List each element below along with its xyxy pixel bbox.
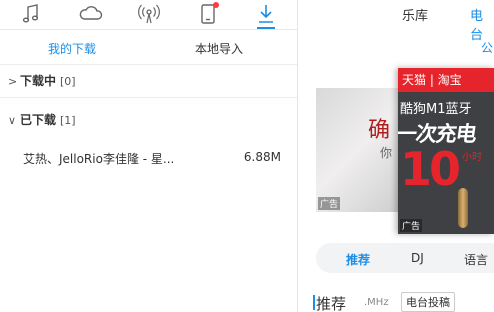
tab-my-downloads[interactable]: 我的下载 [48, 40, 96, 57]
section-unit: .MHz [364, 297, 389, 308]
download-icon[interactable] [253, 2, 279, 29]
divider [0, 97, 297, 98]
pill-dj[interactable]: DJ [411, 251, 424, 265]
phone-icon[interactable] [195, 2, 221, 26]
chevron-right-icon: > [8, 75, 18, 88]
pill-language[interactable]: 语言 [464, 251, 488, 268]
download-panel: 我的下载 本地导入 > 下载中 [0] ∨ 已下载 [1] 艾热、JelloRio李佳隆… [0, 0, 298, 312]
section-downloaded-label: 已下载 [20, 113, 57, 127]
pill-recommend[interactable]: 推荐 [346, 251, 370, 268]
right-panel: 乐库 电台 公 确 你 广告 天猫 | 淘宝 酷狗M1蓝牙 一次充电 10 小时… [298, 0, 494, 312]
section-downloading-label: 下载中 [20, 74, 57, 88]
category-pills: 推荐 DJ 语言 [316, 243, 494, 273]
download-subtabs: 我的下载 本地导入 [0, 30, 297, 65]
radio-icon[interactable] [136, 2, 162, 26]
file-name[interactable]: 艾热、JelloRio李佳隆 - 星... [23, 150, 174, 167]
cloud-icon[interactable] [78, 2, 104, 26]
chevron-down-icon: ∨ [8, 114, 17, 127]
notification-dot [213, 2, 219, 8]
section-downloaded-count: [1] [60, 114, 76, 127]
earphone-image [458, 188, 468, 228]
top-icon-toolbar [0, 0, 297, 30]
banner-left-text: 确 [368, 118, 391, 143]
section-downloading-count: [0] [60, 75, 76, 88]
music-note-icon[interactable] [19, 2, 45, 26]
file-size: 6.88M [243, 150, 281, 164]
radio-subtab[interactable]: 公 [481, 39, 493, 56]
banner-ad-headphones[interactable]: 天猫 | 淘宝 酷狗M1蓝牙 一次充电 10 小时 广告 [398, 68, 494, 234]
banner-brand: 天猫 | 淘宝 [398, 68, 494, 92]
section-downloading[interactable]: > 下载中 [0] [8, 72, 76, 89]
tab-library[interactable]: 乐库 [402, 5, 428, 24]
banner-product-name: 酷狗M1蓝牙 [400, 102, 472, 117]
banner-unit: 小时 [462, 152, 482, 163]
section-title-recommend: 推荐 [312, 295, 347, 312]
banner-image-left[interactable]: 确 你 广告 [316, 88, 398, 212]
submit-station-button[interactable]: 电台投稿 [401, 292, 455, 312]
banner-number: 10 [400, 142, 461, 196]
ad-badge: 广告 [400, 219, 423, 232]
ad-badge: 广告 [318, 197, 341, 210]
tab-radio[interactable]: 电台 [470, 5, 494, 43]
tab-local-import[interactable]: 本地导入 [195, 40, 243, 57]
banner-left-subtext: 你 [380, 146, 393, 160]
section-downloaded[interactable]: ∨ 已下载 [1] [8, 111, 76, 128]
